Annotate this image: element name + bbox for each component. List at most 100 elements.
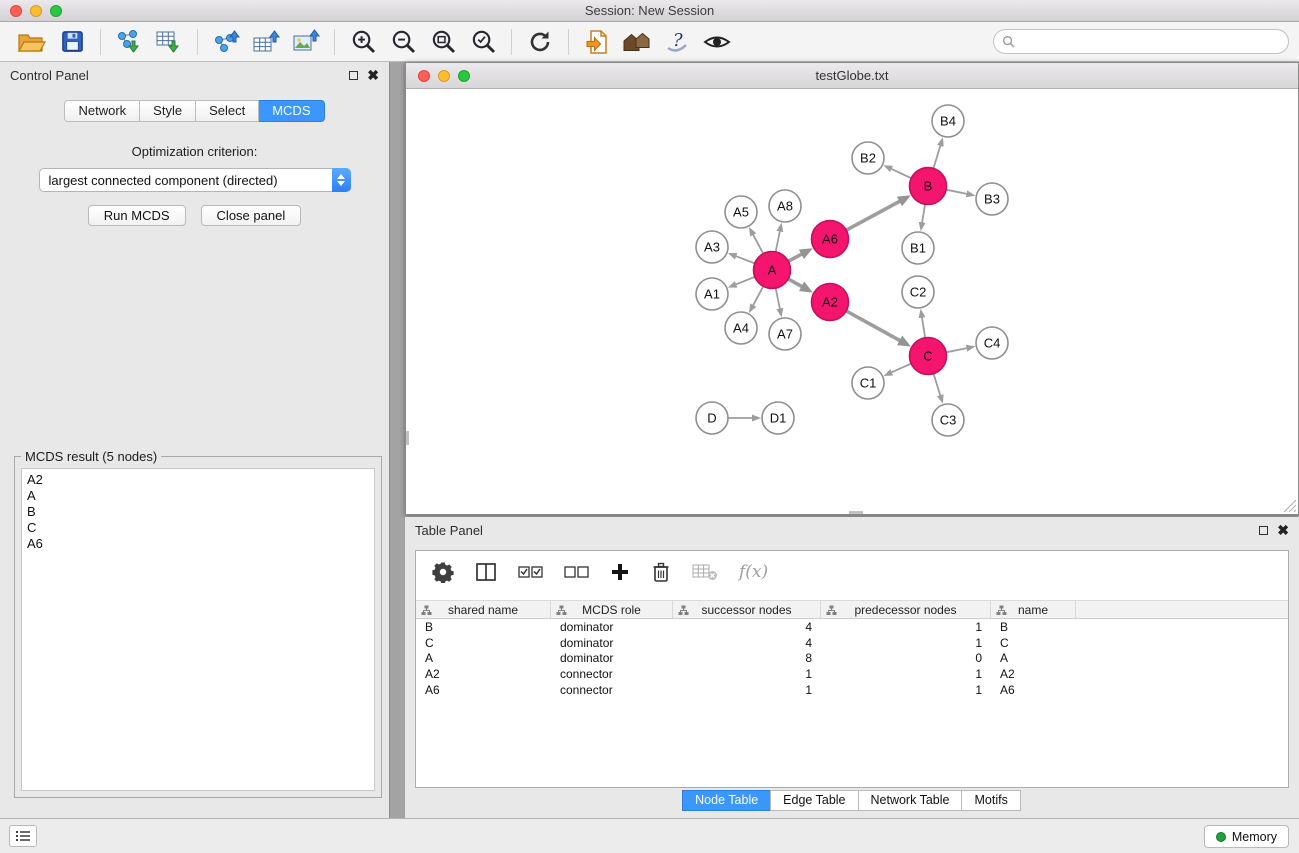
edge-A6-B[interactable] <box>846 201 900 230</box>
close-window-button[interactable] <box>10 5 22 17</box>
open-folder-button[interactable] <box>12 26 52 58</box>
edge-B-B2[interactable] <box>891 169 912 179</box>
edge-C-C2[interactable] <box>922 317 925 338</box>
node-D1[interactable]: D1 <box>762 402 794 434</box>
function-builder-button[interactable]: f(x) <box>739 562 768 582</box>
tab-network[interactable]: Network <box>64 100 140 122</box>
horizontal-scroll-thumb[interactable] <box>849 511 863 514</box>
minimize-network-button[interactable] <box>438 70 450 82</box>
node-B[interactable]: B <box>910 168 947 205</box>
edge-A-A1[interactable] <box>735 277 755 285</box>
column-header-successor-nodes[interactable]: successor nodes <box>673 601 821 618</box>
float-table-panel-icon[interactable] <box>1259 526 1268 535</box>
delete-row-button[interactable] <box>651 561 671 583</box>
criterion-dropdown[interactable]: largest connected component (directed) <box>39 168 351 192</box>
tab-node-table[interactable]: Node Table <box>682 790 771 811</box>
node-A6[interactable]: A6 <box>812 221 849 258</box>
export-network-button[interactable] <box>206 26 246 58</box>
zoom-window-button[interactable] <box>50 5 62 17</box>
result-item[interactable]: A <box>27 488 369 504</box>
column-header-shared-name[interactable]: shared name <box>416 601 551 618</box>
import-table-button[interactable] <box>149 26 189 58</box>
add-row-button[interactable] <box>610 562 630 582</box>
node-A7[interactable]: A7 <box>769 318 801 350</box>
table-row[interactable]: Cdominator41C <box>416 635 1288 651</box>
node-C3[interactable]: C3 <box>932 404 964 436</box>
result-item[interactable]: A6 <box>27 536 369 552</box>
column-header-predecessor-nodes[interactable]: predecessor nodes <box>821 601 991 618</box>
edge-A-A2[interactable] <box>788 279 802 287</box>
node-B3[interactable]: B3 <box>976 183 1008 215</box>
edge-A2-C[interactable] <box>846 311 900 341</box>
network-canvas[interactable]: B4B2BB3A5A8A6B1A3AC2A1A2A4A7C4CC1C3DD1 <box>406 89 1298 514</box>
edge-A-A6[interactable] <box>788 254 802 261</box>
tab-motifs[interactable]: Motifs <box>961 790 1020 811</box>
node-A4[interactable]: A4 <box>725 312 757 344</box>
edge-A-A8[interactable] <box>776 230 780 251</box>
edge-A-A5[interactable] <box>753 234 763 254</box>
show-columns-button[interactable] <box>475 562 497 582</box>
node-A1[interactable]: A1 <box>696 278 728 310</box>
resize-grip-icon[interactable] <box>1283 499 1297 513</box>
edge-C-C3[interactable] <box>934 374 941 396</box>
node-A3[interactable]: A3 <box>696 231 728 263</box>
float-panel-icon[interactable] <box>349 71 358 80</box>
close-panel-button[interactable]: Close panel <box>201 205 302 226</box>
delete-table-button[interactable] <box>692 562 718 582</box>
import-network-button[interactable] <box>109 26 149 58</box>
zoom-out-button[interactable] <box>383 26 423 58</box>
close-network-button[interactable] <box>418 70 430 82</box>
search-input[interactable] <box>1020 34 1280 49</box>
refresh-button[interactable] <box>520 26 560 58</box>
run-mcds-button[interactable]: Run MCDS <box>88 205 186 226</box>
export-table-button[interactable] <box>246 26 286 58</box>
edge-C-C4[interactable] <box>946 348 967 352</box>
node-C4[interactable]: C4 <box>976 327 1008 359</box>
zoom-network-button[interactable] <box>458 70 470 82</box>
node-B1[interactable]: B1 <box>902 232 934 264</box>
result-item[interactable]: C <box>27 520 369 536</box>
table-row[interactable]: Adominator80A <box>416 651 1288 667</box>
show-hide-panel-button[interactable] <box>697 26 737 58</box>
node-A[interactable]: A <box>754 252 791 289</box>
select-all-rows-button[interactable] <box>518 562 543 582</box>
open-session-file-button[interactable] <box>577 26 617 58</box>
node-D[interactable]: D <box>696 402 728 434</box>
network-browser-button[interactable] <box>617 26 657 58</box>
edge-B-B4[interactable] <box>933 145 940 168</box>
edge-A-A4[interactable] <box>753 286 763 306</box>
tab-style[interactable]: Style <box>140 100 196 122</box>
node-C2[interactable]: C2 <box>902 276 934 308</box>
zoom-in-button[interactable] <box>343 26 383 58</box>
column-header-MCDS-role[interactable]: MCDS role <box>551 601 673 618</box>
node-B4[interactable]: B4 <box>932 105 964 137</box>
vertical-scroll-thumb[interactable] <box>406 431 409 445</box>
result-item[interactable]: A2 <box>27 472 369 488</box>
node-A5[interactable]: A5 <box>725 196 757 228</box>
node-C1[interactable]: C1 <box>852 367 884 399</box>
node-A2[interactable]: A2 <box>812 284 849 321</box>
table-row[interactable]: Bdominator41B <box>416 619 1288 635</box>
edge-A-A3[interactable] <box>735 256 754 263</box>
zoom-fit-button[interactable] <box>423 26 463 58</box>
tab-mcds[interactable]: MCDS <box>259 100 324 122</box>
tab-edge-table[interactable]: Edge Table <box>770 790 858 811</box>
task-history-button[interactable] <box>9 825 37 847</box>
table-row[interactable]: A2connector11A2 <box>416 666 1288 682</box>
edge-B-B3[interactable] <box>946 190 967 194</box>
search-box[interactable] <box>993 29 1289 54</box>
edge-C-C1[interactable] <box>891 364 911 373</box>
result-item[interactable]: B <box>27 504 369 520</box>
edge-A-A7[interactable] <box>776 288 780 309</box>
column-header-name[interactable]: name <box>991 601 1076 618</box>
memory-button[interactable]: Memory <box>1204 825 1289 848</box>
node-A8[interactable]: A8 <box>769 190 801 222</box>
save-session-button[interactable] <box>52 26 92 58</box>
zoom-selected-button[interactable] <box>463 26 503 58</box>
close-table-panel-icon[interactable]: ✖ <box>1277 525 1289 535</box>
mcds-result-list[interactable]: A2ABCA6 <box>21 468 375 791</box>
export-image-button[interactable] <box>286 26 326 58</box>
tab-select[interactable]: Select <box>196 100 259 122</box>
close-panel-icon[interactable]: ✖ <box>367 70 379 80</box>
node-B2[interactable]: B2 <box>852 142 884 174</box>
